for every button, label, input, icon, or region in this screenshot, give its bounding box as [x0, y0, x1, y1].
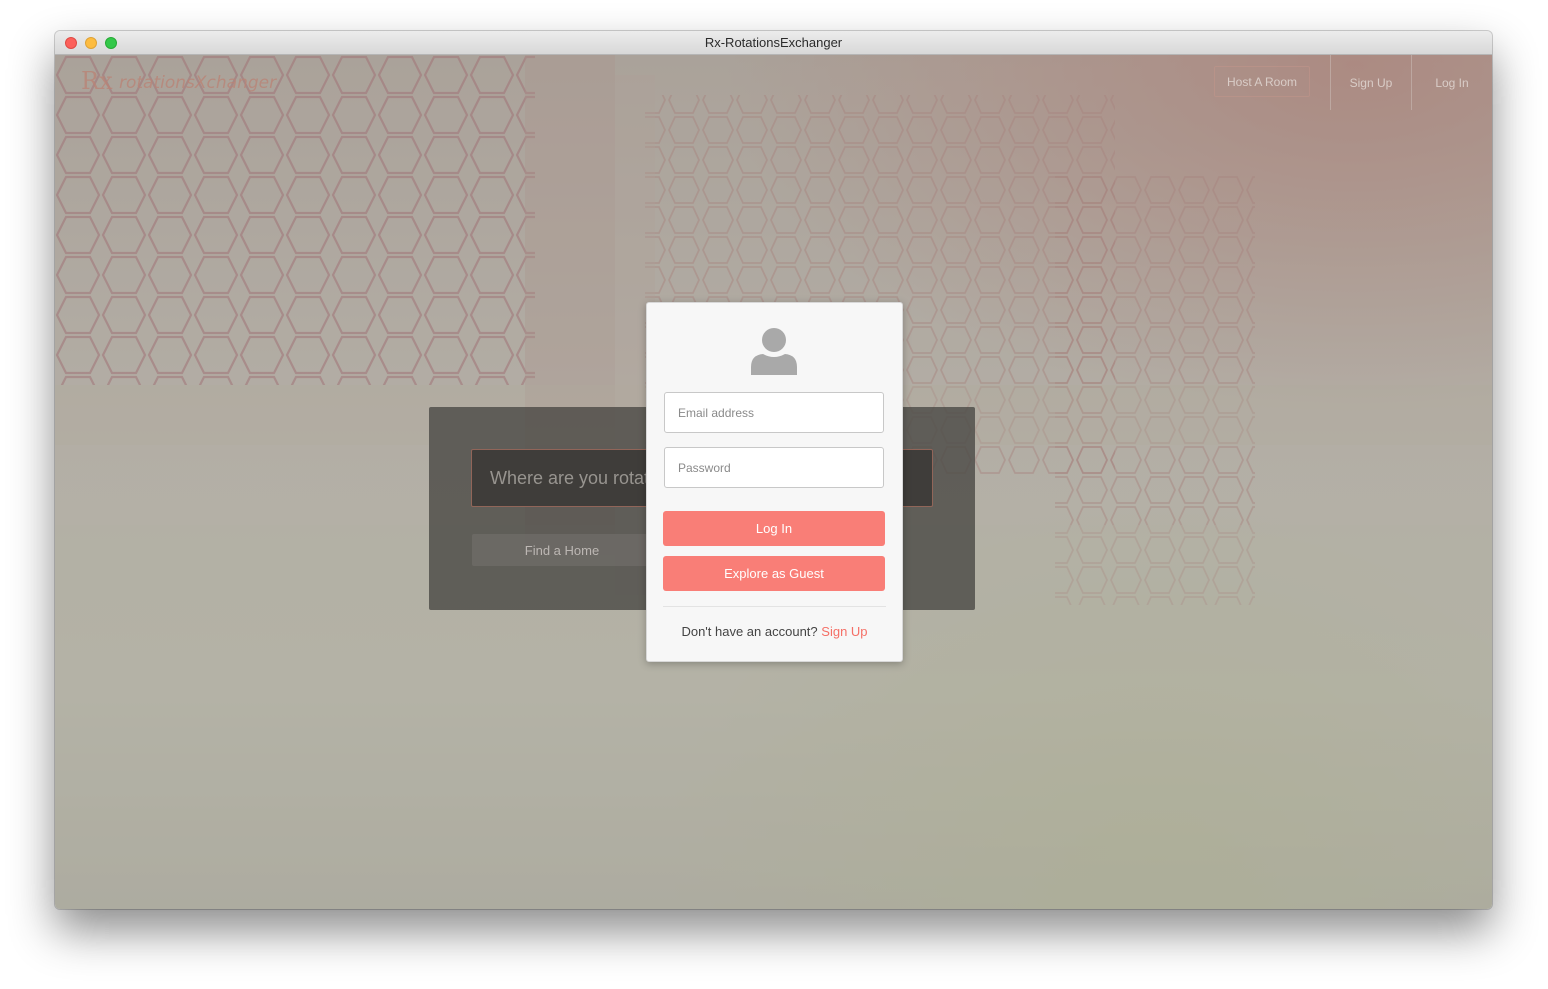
nav-sign-up-link[interactable]: Sign Up — [1331, 55, 1411, 110]
signup-prompt-text: Don't have an account? — [681, 624, 818, 639]
logo-text: rotationsXchanger — [119, 73, 277, 93]
window-title: Rx-RotationsExchanger — [704, 35, 843, 50]
page-viewport: Rx rotationsXchanger Host A Room Sign Up… — [55, 55, 1492, 909]
password-field[interactable] — [664, 447, 884, 488]
logo-mark: Rx — [81, 67, 113, 95]
modal-sign-up-link[interactable]: Sign Up — [821, 624, 867, 639]
modal-divider — [663, 606, 886, 607]
user-avatar-icon — [751, 328, 797, 375]
host-a-room-link[interactable]: Host A Room — [1214, 66, 1310, 97]
find-a-home-button[interactable]: Find a Home — [472, 534, 652, 566]
signup-prompt: Don't have an account? Sign Up — [647, 624, 902, 639]
log-in-button[interactable]: Log In — [663, 511, 885, 546]
app-window: Rx-RotationsExchanger Rx rotationsXchang… — [55, 31, 1492, 909]
email-field[interactable] — [664, 392, 884, 433]
login-modal: Log In Explore as Guest Don't have an ac… — [646, 302, 903, 662]
explore-as-guest-button[interactable]: Explore as Guest — [663, 556, 885, 591]
nav-log-in-link[interactable]: Log In — [1412, 55, 1492, 110]
title-bar: Rx-RotationsExchanger — [55, 31, 1492, 55]
